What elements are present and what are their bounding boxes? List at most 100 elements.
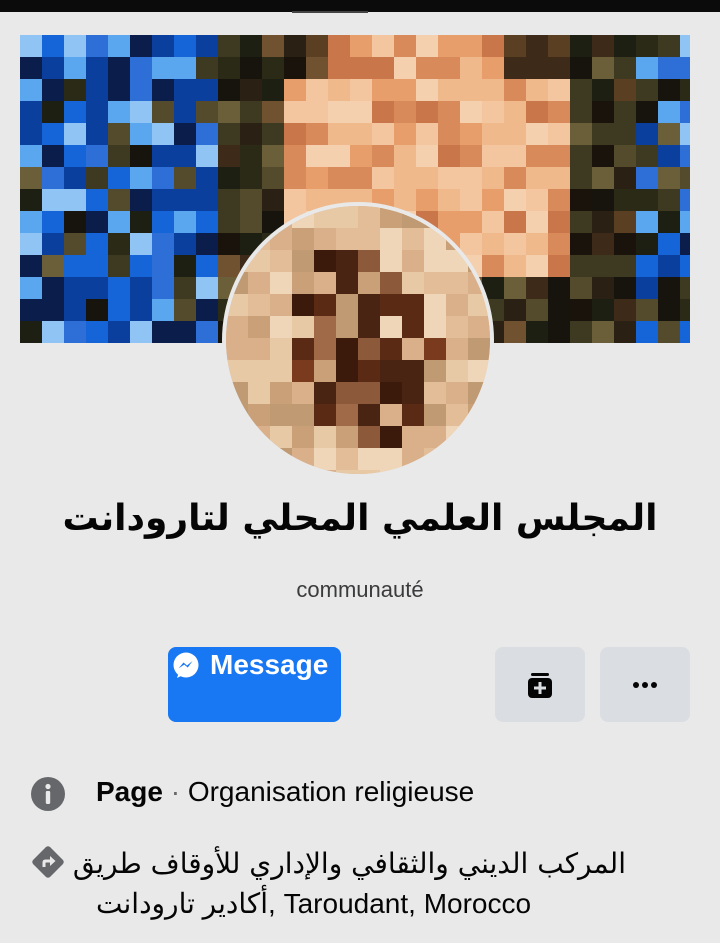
cover-pixel xyxy=(108,189,130,211)
cover-pixel xyxy=(592,189,614,211)
cover-pixel xyxy=(482,79,504,101)
avatar-pixel xyxy=(336,470,358,474)
avatar-pixel xyxy=(380,360,402,382)
cover-pixel xyxy=(526,167,548,189)
cover-pixel xyxy=(680,277,690,299)
cover-pixel xyxy=(614,101,636,123)
cover-pixel xyxy=(482,35,504,57)
cover-pixel xyxy=(20,57,42,79)
message-button[interactable]: Message xyxy=(168,647,341,722)
cover-pixel xyxy=(416,79,438,101)
cover-pixel xyxy=(592,123,614,145)
directions-icon xyxy=(32,846,64,878)
cover-pixel xyxy=(20,233,42,255)
cover-pixel xyxy=(504,35,526,57)
avatar-pixel xyxy=(424,316,446,338)
avatar-pixel xyxy=(270,448,292,470)
cover-pixel xyxy=(108,167,130,189)
cover-pixel xyxy=(20,299,42,321)
cover-pixel xyxy=(196,79,218,101)
cover-pixel xyxy=(20,145,42,167)
avatar-pixel xyxy=(248,470,270,474)
avatar-pixel xyxy=(292,228,314,250)
avatar-pixel xyxy=(314,426,336,448)
cover-pixel xyxy=(504,233,526,255)
cover-pixel xyxy=(284,145,306,167)
cover-pixel xyxy=(548,101,570,123)
avatar-pixel xyxy=(292,338,314,360)
avatar-pixel xyxy=(424,338,446,360)
cover-pixel xyxy=(218,57,240,79)
cover-pixel xyxy=(658,167,680,189)
cover-pixel xyxy=(592,277,614,299)
cover-pixel xyxy=(328,167,350,189)
avatar-pixel xyxy=(446,426,468,448)
cover-pixel xyxy=(438,57,460,79)
avatar-pixel xyxy=(358,338,380,360)
cover-pixel xyxy=(372,167,394,189)
avatar-pixel xyxy=(380,404,402,426)
avatar-pixel xyxy=(380,206,402,228)
cover-pixel xyxy=(680,233,690,255)
cover-pixel xyxy=(548,79,570,101)
cover-pixel xyxy=(658,321,680,343)
cover-pixel xyxy=(504,189,526,211)
cover-pixel xyxy=(42,167,64,189)
cover-pixel xyxy=(108,321,130,343)
cover-pixel xyxy=(350,123,372,145)
avatar-pixel xyxy=(402,470,424,474)
cover-pixel xyxy=(262,167,284,189)
cover-pixel xyxy=(262,123,284,145)
cover-pixel xyxy=(64,57,86,79)
avatar-pixel xyxy=(358,470,380,474)
cover-pixel xyxy=(42,233,64,255)
cover-pixel xyxy=(42,211,64,233)
more-options-button[interactable] xyxy=(600,647,690,722)
cover-pixel xyxy=(152,35,174,57)
cover-pixel xyxy=(680,145,690,167)
cover-pixel xyxy=(86,145,108,167)
cover-pixel xyxy=(108,35,130,57)
cover-pixel xyxy=(262,101,284,123)
profile-picture-pixelated xyxy=(226,206,490,474)
avatar-pixel xyxy=(336,382,358,404)
cover-pixel xyxy=(548,233,570,255)
cover-pixel xyxy=(592,233,614,255)
cover-pixel xyxy=(614,123,636,145)
cover-pixel xyxy=(108,79,130,101)
page-category: communauté xyxy=(296,577,424,602)
cover-pixel xyxy=(20,277,42,299)
cover-pixel xyxy=(416,189,438,211)
avatar-pixel xyxy=(270,426,292,448)
inbox-add-button[interactable] xyxy=(495,647,585,722)
cover-pixel xyxy=(570,57,592,79)
cover-pixel xyxy=(460,145,482,167)
avatar-pixel xyxy=(446,272,468,294)
cover-pixel xyxy=(306,167,328,189)
avatar-pixel xyxy=(380,338,402,360)
cover-pixel xyxy=(174,101,196,123)
cover-pixel xyxy=(372,79,394,101)
profile-picture[interactable] xyxy=(222,202,494,478)
cover-pixel xyxy=(152,145,174,167)
cover-pixel xyxy=(680,167,690,189)
avatar-pixel xyxy=(314,338,336,360)
avatar-pixel xyxy=(248,294,270,316)
cover-pixel xyxy=(504,299,526,321)
cover-pixel xyxy=(42,255,64,277)
avatar-pixel xyxy=(270,294,292,316)
cover-pixel xyxy=(130,321,152,343)
cover-pixel xyxy=(152,255,174,277)
cover-pixel xyxy=(460,167,482,189)
cover-pixel xyxy=(504,101,526,123)
cover-pixel xyxy=(438,189,460,211)
cover-pixel xyxy=(130,211,152,233)
avatar-pixel xyxy=(292,250,314,272)
cover-pixel xyxy=(592,145,614,167)
cover-pixel xyxy=(240,189,262,211)
cover-pixel xyxy=(614,233,636,255)
cover-pixel xyxy=(482,189,504,211)
avatar-pixel xyxy=(424,228,446,250)
cover-pixel xyxy=(526,101,548,123)
address-line-2: أكادير تارودانت, Taroudant, Morocco xyxy=(96,884,636,924)
